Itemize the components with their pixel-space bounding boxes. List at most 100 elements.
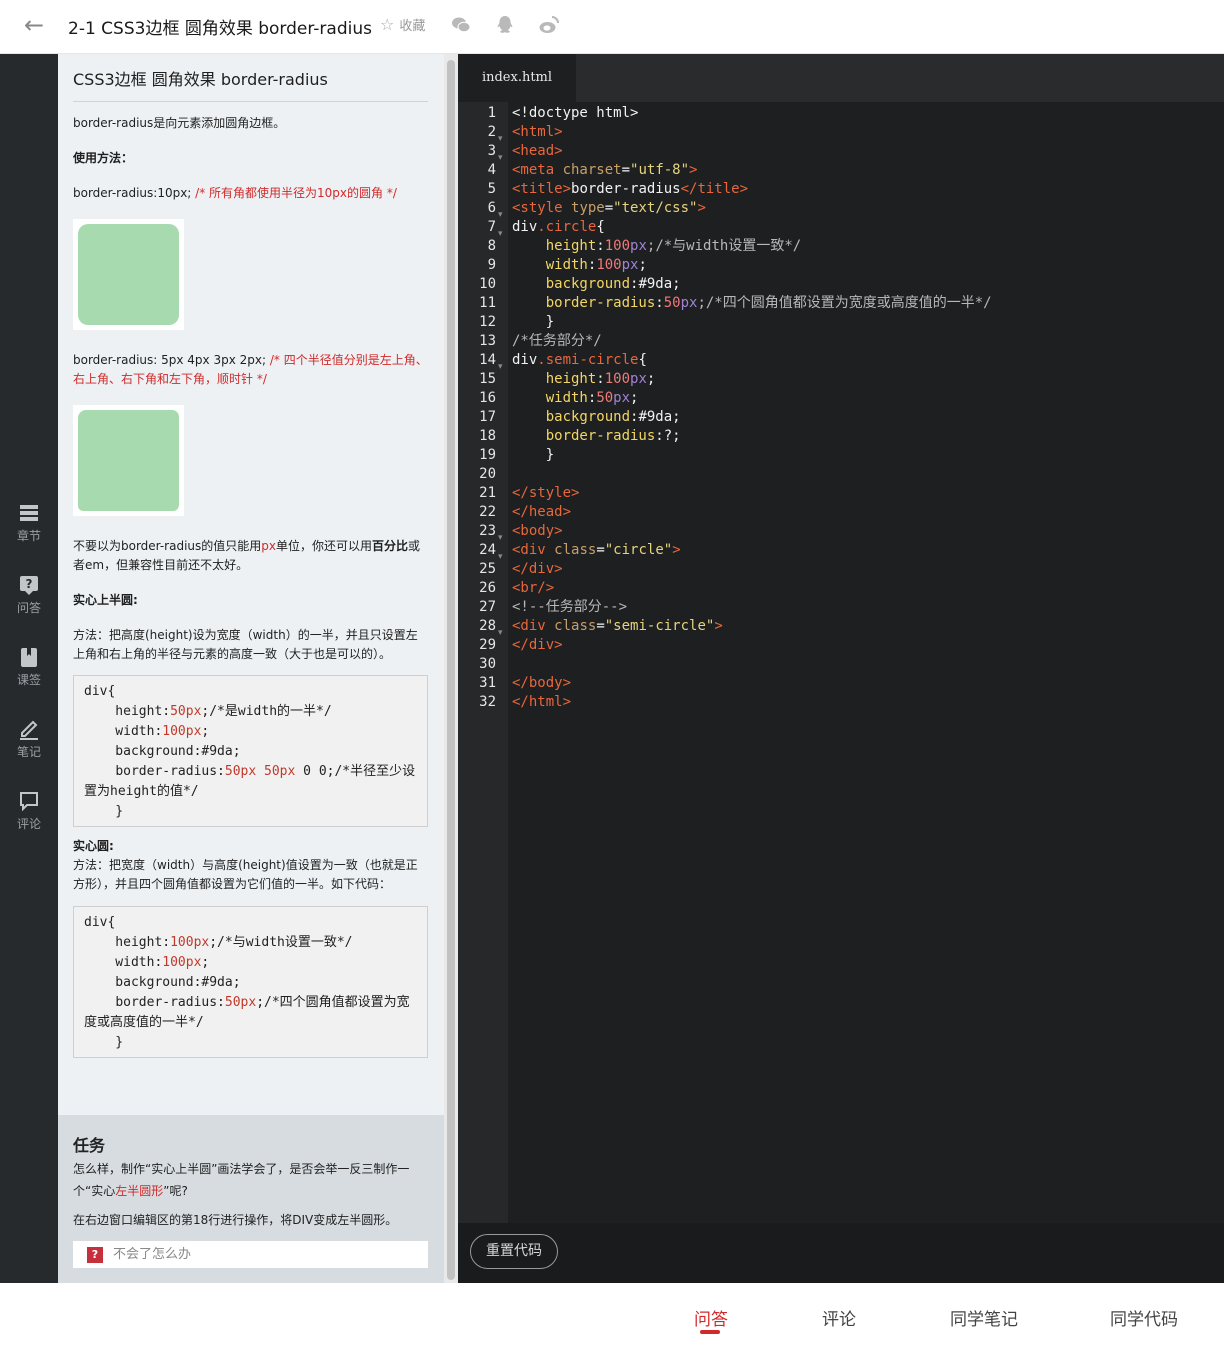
help-button[interactable]: ? 不会了怎么办 bbox=[73, 1241, 428, 1268]
fold-arrow-icon[interactable]: ▾ bbox=[498, 225, 503, 244]
line-number: 15 bbox=[479, 371, 496, 387]
code-line[interactable]: <!doctype html> bbox=[512, 104, 638, 123]
comment-icon bbox=[20, 792, 38, 812]
half-circle-desc: 方法：把高度(height)设为宽度（width）的一半，并且只设置左上角和右上… bbox=[73, 628, 418, 661]
fold-arrow-icon[interactable]: ▾ bbox=[498, 149, 503, 168]
lesson-panel: CSS3边框 圆角效果 border-radius border-radius是… bbox=[58, 54, 444, 1115]
line-number: 12 bbox=[479, 314, 496, 330]
code-line[interactable]: div.circle{ bbox=[512, 218, 605, 237]
task-panel: 任务 怎么样，制作“实心上半圆”画法学会了，是否会举一反三制作一个“实心左半圆形… bbox=[58, 1115, 444, 1283]
app-root: ← 2-1 CSS3边框 圆角效果 border-radius ☆ 收藏 章节 bbox=[0, 0, 1224, 1347]
help-question-icon: ? bbox=[87, 1247, 103, 1263]
code2-line: div{ bbox=[84, 915, 116, 930]
code-line[interactable]: background:#9da; bbox=[512, 408, 681, 427]
task-text-2: ”呢? bbox=[163, 1184, 188, 1198]
code-line[interactable]: </style> bbox=[512, 484, 579, 503]
editor-tab-bar: index.html bbox=[458, 54, 1224, 102]
task-description: 怎么样，制作“实心上半圆”画法学会了，是否会举一反三制作一个“实心左半圆形”呢? bbox=[73, 1158, 431, 1202]
line-number: 4 bbox=[487, 162, 496, 178]
code-line[interactable]: border-radius:50px;/*四个圆角值都设置为宽度或高度值的一半*… bbox=[512, 294, 992, 313]
rail-label-question: 问答 bbox=[16, 601, 41, 615]
code-line[interactable]: <div class="circle"> bbox=[512, 541, 681, 560]
example-1-comment: /* 所有角都使用半径为10px的圆角 */ bbox=[195, 186, 397, 200]
line-number: 17 bbox=[479, 409, 496, 425]
fold-arrow-icon[interactable]: ▾ bbox=[498, 529, 503, 548]
code-sample-half-circle: div{ height:50px;/*是width的一半*/ width:100… bbox=[73, 675, 428, 827]
units-paragraph: 不要以为border-radius的值只能用px单位，你还可以用百分比或者em，… bbox=[73, 537, 428, 575]
rail-item-comment[interactable]: 评论 bbox=[0, 790, 58, 846]
code-line[interactable]: <style type="text/css"> bbox=[512, 199, 706, 218]
tab-classmate-code[interactable]: 同学代码 bbox=[1110, 1305, 1178, 1330]
line-number: 19 bbox=[479, 447, 496, 463]
code-line[interactable]: border-radius:?; bbox=[512, 427, 681, 446]
tab-index-html[interactable]: index.html bbox=[458, 54, 576, 102]
page-title: 2-1 CSS3边框 圆角效果 border-radius bbox=[68, 19, 372, 39]
bottom-tab-bar: 问答 评论 同学笔记 同学代码 bbox=[0, 1283, 1224, 1347]
favorite-button[interactable]: ☆ 收藏 bbox=[380, 15, 425, 34]
line-number: 5 bbox=[487, 181, 496, 197]
units-text-2: 单位，你还可以用 bbox=[276, 539, 373, 553]
line-number: 11 bbox=[479, 295, 496, 311]
code-line[interactable]: <body> bbox=[512, 522, 563, 541]
code-line[interactable]: <title>border-radius</title> bbox=[512, 180, 748, 199]
weibo-icon[interactable] bbox=[538, 14, 560, 36]
code-editor: index.html 1 2 3 4 5 6 7 8 9 10 11 12 13 14 15 16 17 18 19… bbox=[458, 54, 1224, 1283]
example-1-code: border-radius:10px; bbox=[73, 186, 196, 200]
code-line[interactable]: <meta charset="utf-8"> bbox=[512, 161, 697, 180]
code-line[interactable]: /*任务部分*/ bbox=[512, 332, 602, 351]
code-line[interactable]: </head> bbox=[512, 503, 571, 522]
reset-code-button[interactable]: 重置代码 bbox=[470, 1234, 558, 1269]
task-highlight: 左半圆形 bbox=[115, 1184, 164, 1198]
rail-item-notes[interactable]: 笔记 bbox=[0, 718, 58, 774]
active-tab-indicator bbox=[700, 1330, 720, 1334]
code-line[interactable]: <br/> bbox=[512, 579, 554, 598]
line-number: 31 bbox=[479, 675, 496, 691]
code1-line: border-radius:50px 50px 0 0;/*半径至少设置为hei… bbox=[84, 764, 416, 799]
code-line[interactable]: height:100px; bbox=[512, 370, 656, 389]
code-line[interactable]: <html> bbox=[512, 123, 563, 142]
bookmark-icon bbox=[21, 648, 37, 667]
code-line[interactable]: width:100px; bbox=[512, 256, 647, 275]
line-number: 23 bbox=[479, 523, 496, 539]
rail-item-question[interactable]: ? 问答 bbox=[0, 574, 58, 630]
line-number: 25 bbox=[479, 561, 496, 577]
code-line[interactable]: height:100px;/*与width设置一致*/ bbox=[512, 237, 801, 256]
line-number: 7 bbox=[487, 219, 496, 235]
rail-item-chapter[interactable]: 章节 bbox=[0, 502, 58, 558]
code-line[interactable]: </div> bbox=[512, 560, 563, 579]
units-percent: 百分比 bbox=[372, 539, 409, 553]
code-line[interactable]: } bbox=[512, 313, 554, 332]
line-number: 9 bbox=[487, 257, 496, 273]
code2-line: width:100px; bbox=[84, 955, 210, 970]
qq-icon[interactable] bbox=[494, 14, 516, 36]
code2-line: } bbox=[84, 1035, 124, 1050]
fold-arrow-icon[interactable]: ▾ bbox=[498, 130, 503, 149]
line-number: 2 bbox=[487, 124, 496, 140]
back-arrow-icon[interactable]: ← bbox=[20, 11, 48, 39]
line-number: 22 bbox=[479, 504, 496, 520]
code-line[interactable]: </body> bbox=[512, 674, 571, 693]
code-line[interactable]: </div> bbox=[512, 636, 563, 655]
fold-arrow-icon[interactable]: ▾ bbox=[498, 358, 503, 377]
code-line[interactable]: <!--任务部分--> bbox=[512, 598, 627, 617]
code-line[interactable]: <head> bbox=[512, 142, 563, 161]
svg-text:?: ? bbox=[26, 577, 33, 591]
fold-arrow-icon[interactable]: ▾ bbox=[498, 624, 503, 643]
tab-comments[interactable]: 评论 bbox=[822, 1305, 856, 1330]
line-number: 27 bbox=[479, 599, 496, 615]
code-line[interactable]: } bbox=[512, 446, 554, 465]
tab-qa[interactable]: 问答 bbox=[694, 1305, 728, 1330]
example-2-code: border-radius: 5px 4px 3px 2px; bbox=[73, 353, 270, 367]
tab-classmate-notes[interactable]: 同学笔记 bbox=[950, 1305, 1018, 1330]
fold-arrow-icon[interactable]: ▾ bbox=[498, 548, 503, 567]
lesson-scrollbar-thumb[interactable] bbox=[447, 60, 455, 1280]
fold-arrow-icon[interactable]: ▾ bbox=[498, 206, 503, 225]
rail-item-bookmark[interactable]: 课签 bbox=[0, 646, 58, 702]
code-line[interactable]: </html> bbox=[512, 693, 571, 712]
code-line[interactable]: background:#9da; bbox=[512, 275, 681, 294]
code-line[interactable]: width:50px; bbox=[512, 389, 639, 408]
wechat-icon[interactable] bbox=[450, 14, 472, 36]
code-line[interactable]: <div class="semi-circle"> bbox=[512, 617, 723, 636]
code-line[interactable]: div.semi-circle{ bbox=[512, 351, 647, 370]
lesson-divider bbox=[73, 101, 428, 102]
